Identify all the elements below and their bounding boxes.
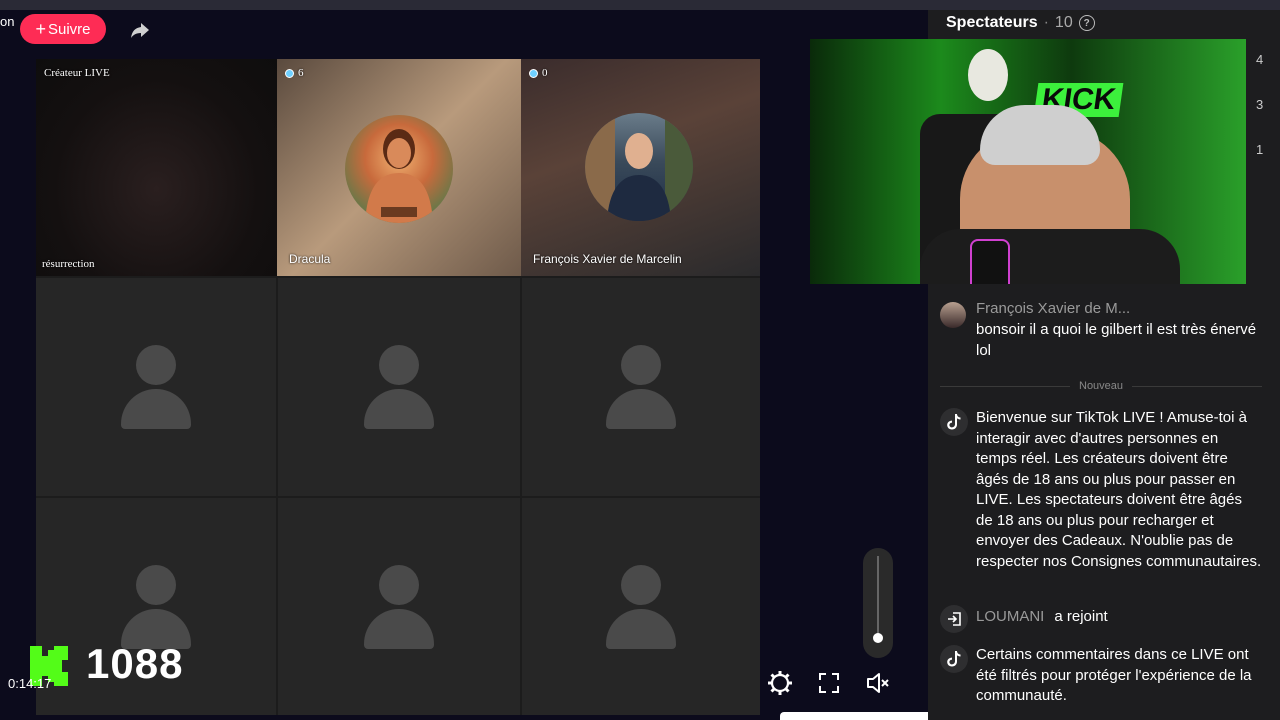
person-placeholder-icon <box>121 345 191 429</box>
viewers-title: Spectateurs <box>946 14 1038 31</box>
mute-button[interactable] <box>863 668 893 698</box>
empty-seat[interactable] <box>36 278 276 496</box>
join-icon <box>940 605 968 633</box>
speaker-icon <box>867 673 889 693</box>
guest-name: François Xavier de Marcelin <box>533 252 682 266</box>
fullscreen-icon <box>819 673 839 693</box>
guest-name: Dracula <box>289 252 331 266</box>
chat-message-text: bonsoir il a quoi le gilbert il est très… <box>976 321 1257 359</box>
header-separator: · <box>1043 14 1049 31</box>
rank-number: 4 <box>1256 52 1264 67</box>
person-placeholder-icon <box>121 564 191 649</box>
score-badge: 0 <box>529 67 548 79</box>
streamer-hoodie <box>920 229 1180 284</box>
microphone <box>970 239 1010 284</box>
guest-tile-3[interactable]: 0 François Xavier de Marcelin <box>521 59 760 276</box>
score-badge: 6 <box>285 67 304 79</box>
rank-number: 3 <box>1256 97 1264 112</box>
live-timer: 0:14:17 <box>8 676 52 691</box>
score-value: 0 <box>542 67 548 79</box>
empty-seat[interactable] <box>522 278 760 496</box>
system-filter-message: Certains commentaires dans ce LIVE ont é… <box>976 646 1252 704</box>
join-notification: LOUMANI a rejoint <box>976 608 1108 625</box>
guest-tile-2[interactable]: 6 Dracula <box>277 59 521 276</box>
avatar <box>345 115 453 223</box>
fullscreen-button[interactable] <box>814 668 844 698</box>
top-strip <box>0 0 1280 10</box>
score-icon <box>285 68 294 78</box>
guest-name: résurrection <box>42 258 95 270</box>
new-label: Nouveau <box>1079 380 1124 392</box>
follow-button[interactable]: + Suivre <box>20 14 106 44</box>
settings-button[interactable] <box>765 668 795 698</box>
join-action: a rejoint <box>1054 608 1108 625</box>
avatar[interactable] <box>940 302 966 328</box>
truncated-header-text: on <box>0 14 15 29</box>
score-value: 6 <box>298 67 304 79</box>
viewers-header[interactable]: Spectateurs · 10 ? <box>946 14 1095 32</box>
system-welcome-message: Bienvenue sur TikTok LIVE ! Amuse-toi à … <box>976 409 1262 570</box>
viewer-count: 10 <box>1054 14 1073 31</box>
share-icon[interactable] <box>130 20 150 40</box>
help-icon[interactable]: ? <box>1078 15 1095 31</box>
kick-viewer-count: 1088 <box>86 640 184 687</box>
rank-number: 1 <box>1256 142 1264 157</box>
follow-label: Suivre <box>47 20 91 38</box>
person-placeholder-icon <box>364 345 434 429</box>
empty-seat[interactable] <box>522 498 760 715</box>
gear-icon <box>768 671 792 695</box>
joined-username[interactable]: LOUMANI <box>976 608 1044 625</box>
empty-seat[interactable] <box>278 278 520 496</box>
volume-knob[interactable] <box>873 632 883 643</box>
host-badge: Créateur LIVE <box>44 67 110 79</box>
score-icon <box>529 68 538 78</box>
stream-video[interactable]: KICK <box>810 39 1246 284</box>
person-placeholder-icon <box>606 345 676 429</box>
empty-seat[interactable] <box>278 498 520 715</box>
mascot-logo <box>968 49 1008 101</box>
person-placeholder-icon <box>606 564 676 649</box>
guest-tile-1[interactable]: Créateur LIVE résurrection <box>36 59 277 276</box>
tiktok-icon <box>940 645 968 673</box>
tiktok-icon <box>940 408 968 436</box>
guest-grid: Créateur LIVE résurrection 6 Dracula 0 F… <box>36 59 760 715</box>
volume-slider[interactable] <box>863 548 893 658</box>
new-messages-divider: Nouveau <box>940 380 1262 392</box>
chat-author[interactable]: François Xavier de M... <box>976 300 1130 317</box>
streamer-hair <box>980 105 1100 165</box>
plus-icon: + <box>35 19 46 39</box>
avatar <box>585 113 693 221</box>
person-placeholder-icon <box>364 564 434 649</box>
volume-track <box>877 556 879 642</box>
